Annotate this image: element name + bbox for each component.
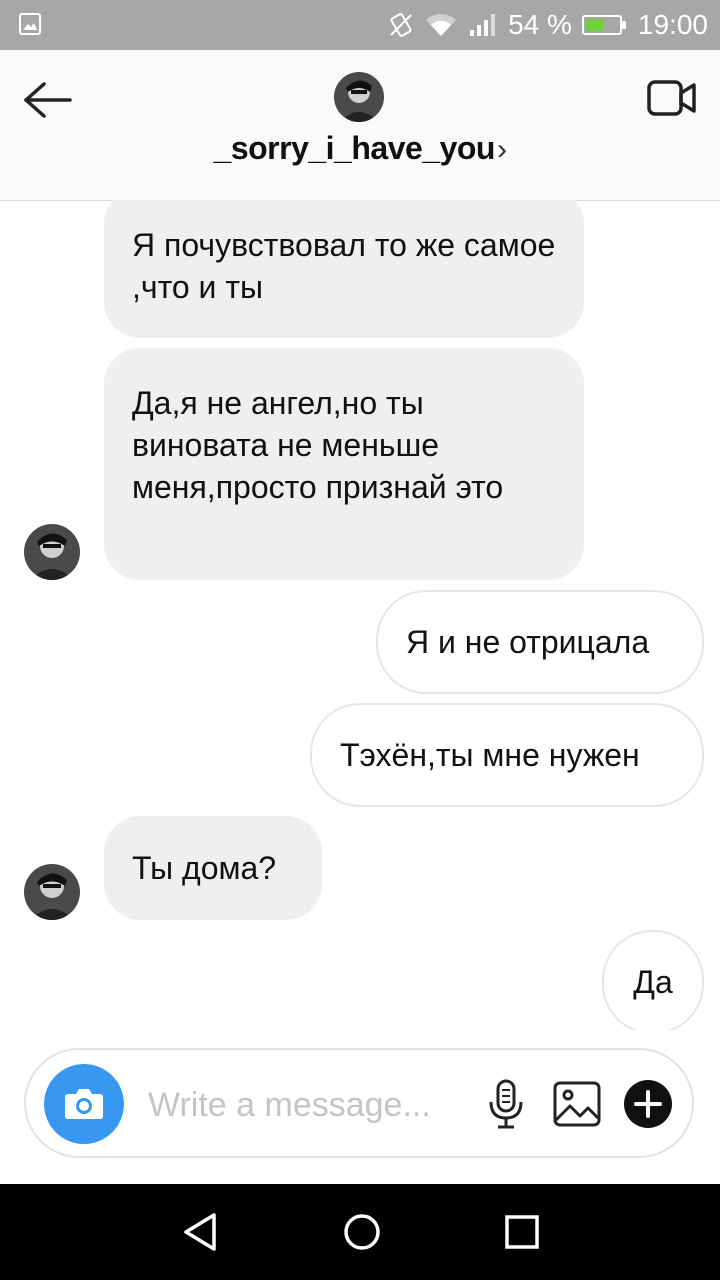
message-text: Да <box>633 964 673 1000</box>
microphone-icon[interactable] <box>486 1078 526 1130</box>
username-link[interactable]: _sorry_i_have_you› <box>0 130 720 167</box>
signal-icon <box>468 12 498 38</box>
chevron-right-icon: › <box>496 133 507 166</box>
sender-avatar[interactable] <box>24 524 80 580</box>
camera-icon[interactable] <box>44 1064 124 1144</box>
message-bubble-incoming[interactable]: Да,я не ангел,но ты виновата не меньше м… <box>104 348 584 580</box>
home-circle-icon[interactable] <box>340 1210 384 1254</box>
recents-square-icon[interactable] <box>500 1210 544 1254</box>
message-bubble-outgoing[interactable]: Тэхён,ты мне нужен <box>310 703 704 807</box>
plus-icon[interactable] <box>624 1080 672 1128</box>
message-text: Да,я не ангел,но ты виновата не меньше м… <box>132 385 504 505</box>
image-icon <box>18 12 42 36</box>
message-text: Я почувствовал то же самое ,что и ты <box>132 227 556 305</box>
wifi-icon <box>424 12 458 38</box>
battery-fill <box>585 19 603 31</box>
message-bubble-incoming[interactable]: Я почувствовал то же самое ,что и ты <box>104 200 584 338</box>
video-call-icon[interactable] <box>646 78 698 118</box>
message-bubble-outgoing[interactable]: Да <box>602 930 704 1030</box>
message-bubble-outgoing[interactable]: Я и не отрицала <box>376 590 704 694</box>
battery-percent: 54 % <box>508 9 572 40</box>
username: _sorry_i_have_you <box>213 130 496 166</box>
header-avatar[interactable] <box>334 72 384 122</box>
clock: 19:00 <box>637 9 708 40</box>
system-nav-bar <box>0 1184 720 1280</box>
message-text: Тэхён,ты мне нужен <box>340 737 640 773</box>
message-bubble-incoming[interactable]: Ты дома? <box>104 816 322 920</box>
back-arrow-icon[interactable] <box>20 78 76 122</box>
back-triangle-icon[interactable] <box>180 1210 224 1254</box>
status-bar: 54 % 19:00 <box>0 0 720 50</box>
message-input[interactable] <box>148 1080 458 1130</box>
vibrate-icon <box>388 12 414 38</box>
message-composer <box>24 1048 694 1158</box>
battery-icon <box>581 15 626 35</box>
sender-avatar[interactable] <box>24 864 80 920</box>
message-thread[interactable]: Я почувствовал то же самое ,что и ты Да,… <box>0 200 720 1030</box>
chat-header: _sorry_i_have_you› <box>0 50 720 201</box>
message-text: Ты дома? <box>132 850 277 886</box>
gallery-icon[interactable] <box>552 1080 602 1128</box>
message-text: Я и не отрицала <box>406 624 650 660</box>
